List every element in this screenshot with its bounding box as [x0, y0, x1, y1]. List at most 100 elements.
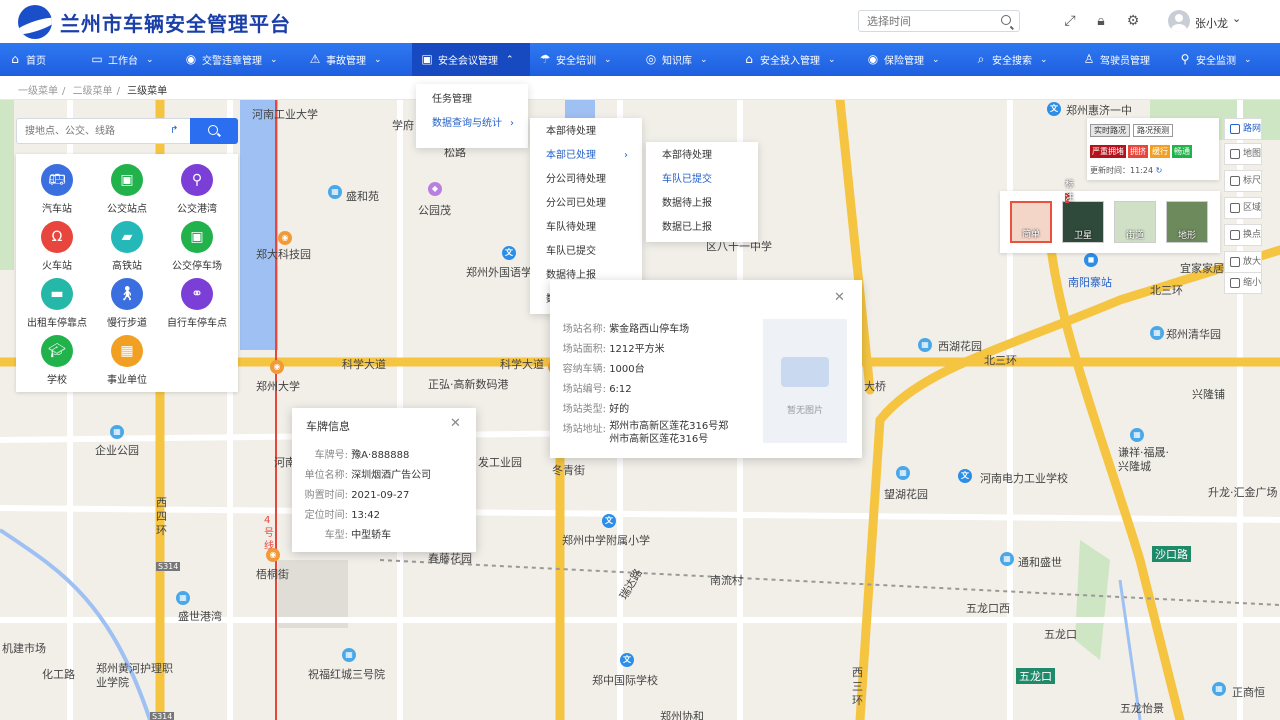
time-input[interactable] [859, 11, 989, 31]
tool-zoom-in[interactable]: 放大 [1224, 251, 1262, 273]
chevron-down-icon[interactable]: ⌄ [1232, 12, 1241, 25]
lock-icon[interactable]: 🔒︎ [1093, 13, 1109, 29]
user-name[interactable]: 张小龙 [1195, 15, 1228, 31]
map-type-street[interactable]: 街道 [1114, 201, 1156, 243]
metro-icon[interactable]: ◉ [266, 548, 280, 562]
menu-item[interactable]: 本部待处理 [530, 120, 642, 144]
menu-item[interactable]: 分公司待处理 [530, 168, 642, 192]
map-search-input[interactable] [17, 119, 162, 143]
tab-traffic-forecast[interactable]: 路况预测 [1133, 124, 1173, 137]
building-icon[interactable]: ▦ [342, 648, 356, 662]
category-bus-station[interactable]: 🚌︎ 汽车站 [22, 164, 92, 215]
nav-insurance[interactable]: ◉ 保险管理 ⌄ [858, 43, 966, 76]
building-icon[interactable]: ▦ [1130, 428, 1144, 442]
nav-monitor[interactable]: ⚲ 安全监测 ⌄ [1170, 43, 1260, 76]
tool-road-network[interactable]: 路网 [1224, 118, 1262, 140]
menu-item[interactable]: 车队已提交 [646, 168, 758, 192]
tool-map[interactable]: 地图 [1224, 143, 1262, 165]
nav-home[interactable]: ⌂ 首页 [0, 43, 82, 76]
map-label: 学府 [392, 119, 414, 132]
time-picker[interactable] [858, 10, 1020, 32]
nav-violation[interactable]: ◉ 交警违章管理 ⌄ [176, 43, 300, 76]
menu-item[interactable]: 车队已提交 [530, 240, 642, 264]
metro-icon[interactable]: ◉ [278, 231, 292, 245]
school-icon[interactable]: 文 [620, 653, 634, 667]
search-button[interactable] [190, 118, 238, 144]
building-icon[interactable]: ▦ [176, 591, 190, 605]
building-icon[interactable]: ▦ [1150, 326, 1164, 340]
nav-investment[interactable]: ⌂ 安全投入管理 ⌄ [734, 43, 858, 76]
category-bike-parking[interactable]: ⚭ 自行车停车点 [162, 278, 232, 329]
school-icon[interactable]: 文 [1047, 102, 1061, 116]
map-type-panel: 简单 ✓标注 卫星 街道 地形 [1000, 180, 1220, 253]
mall-icon[interactable]: ◆ [428, 182, 442, 196]
nav-safety-search[interactable]: ⌕ 安全搜索 ⌄ [966, 43, 1074, 76]
tool-area[interactable]: 区域 [1224, 197, 1262, 219]
route-icon[interactable]: ↱ [170, 125, 178, 136]
search-icon[interactable] [1001, 15, 1011, 25]
nav-meeting[interactable]: ▣ 安全会议管理 ⌃ [412, 43, 530, 76]
category-walkway[interactable]: 🚶︎ 慢行步道 [92, 278, 162, 329]
menu-item[interactable]: 数据待上报 [646, 192, 758, 216]
menu-item[interactable]: 本部已处理 › [530, 144, 642, 168]
refresh-icon[interactable]: ↻ [1156, 166, 1163, 175]
map-label: 沙口路 [1152, 546, 1191, 562]
metro-icon[interactable]: ◉ [270, 360, 284, 374]
main-nav: ⌂ 首页 ▭ 工作台 ⌄ ◉ 交警违章管理 ⌄ ⚠ 事故管理 ⌄ ▣ 安全会议管理 ⌃ ☂ 安全培训… [0, 43, 1280, 76]
map-type-terrain[interactable]: 地形 [1166, 201, 1208, 243]
category-bus-depot[interactable]: ▣ 公交停车场 [162, 221, 232, 272]
fullscreen-icon[interactable]: ⤢ [1062, 13, 1078, 29]
menu-item[interactable]: 数据已上报 [646, 216, 758, 240]
menu-item-data-query[interactable]: 数据查询与统计 › [416, 112, 528, 136]
gear-icon[interactable]: ⚙ [1125, 13, 1141, 29]
tool-ruler[interactable]: 标尺 [1224, 170, 1262, 192]
tool-zoom-out[interactable]: 缩小 [1224, 272, 1262, 294]
nav-workbench[interactable]: ▭ 工作台 ⌄ [82, 43, 176, 76]
map-type-satellite[interactable]: ✓标注 卫星 [1062, 180, 1104, 243]
map-label: 盛和苑 [346, 190, 379, 203]
nav-training[interactable]: ☂ 安全培训 ⌄ [530, 43, 636, 76]
nav-knowledge[interactable]: ◎ 知识库 ⌄ [636, 43, 734, 76]
bus-depot-icon: ▣ [181, 221, 213, 253]
map-search[interactable]: ↱ [16, 118, 238, 144]
category-train-station[interactable]: Ω 火车站 [22, 221, 92, 272]
station-field: 场站面积: 1212平方米 [562, 344, 665, 355]
close-icon[interactable]: ✕ [834, 290, 845, 305]
category-high-speed-rail[interactable]: ▰ 高铁站 [92, 221, 162, 272]
building-icon[interactable]: ▦ [896, 466, 910, 480]
school-icon[interactable]: 文 [602, 514, 616, 528]
school-icon[interactable]: 文 [502, 246, 516, 260]
building-icon[interactable]: ▦ [1000, 552, 1014, 566]
bus-stop-icon[interactable]: ◼ [1084, 253, 1098, 267]
close-icon[interactable]: ✕ [450, 416, 461, 431]
category-school[interactable]: 🎓︎ 学校 [22, 335, 92, 386]
map-type-simple[interactable]: 简单 [1010, 201, 1052, 243]
category-bus-stop[interactable]: ▣ 公交站点 [92, 164, 162, 215]
building-icon[interactable]: ▦ [110, 425, 124, 439]
tab-realtime-traffic[interactable]: 实时路况 [1090, 124, 1130, 137]
avatar[interactable] [1168, 10, 1190, 32]
menu-item[interactable]: 车队待处理 [530, 216, 642, 240]
menu-item[interactable]: 本部待处理 [646, 144, 758, 168]
map-label: 郑大科技园 [256, 248, 311, 261]
building-icon[interactable]: ▦ [328, 185, 342, 199]
breadcrumb-level1[interactable]: 一级菜单 [18, 86, 58, 97]
building-icon[interactable]: ▦ [1212, 682, 1226, 696]
category-taxi[interactable]: ▬ 出租车停靠点 [22, 278, 92, 329]
tool-change-point[interactable]: 换点 [1224, 224, 1262, 246]
nav-accident[interactable]: ⚠ 事故管理 ⌄ [300, 43, 412, 76]
breadcrumb-level2[interactable]: 二级菜单 [73, 86, 113, 97]
nav-driver[interactable]: ♙ 驾驶员管理 [1074, 43, 1170, 76]
train-icon: Ω [41, 221, 73, 253]
category-bus-bay[interactable]: ⚲ 公交港湾 [162, 164, 232, 215]
school-icon[interactable]: 文 [958, 469, 972, 483]
high-speed-train-icon: ▰ [111, 221, 143, 253]
building-icon[interactable]: ▦ [918, 338, 932, 352]
meeting-dropdown: 任务管理 数据查询与统计 › [416, 84, 528, 148]
menu-item[interactable]: 分公司已处理 [530, 192, 642, 216]
chevron-down-icon: ⌄ [374, 54, 382, 65]
map-label: 河南工业大学 [252, 108, 318, 121]
map-label: 五龙口 [1044, 628, 1077, 641]
category-institution[interactable]: ▦ 事业单位 [92, 335, 162, 386]
menu-item-task-management[interactable]: 任务管理 [416, 88, 528, 112]
